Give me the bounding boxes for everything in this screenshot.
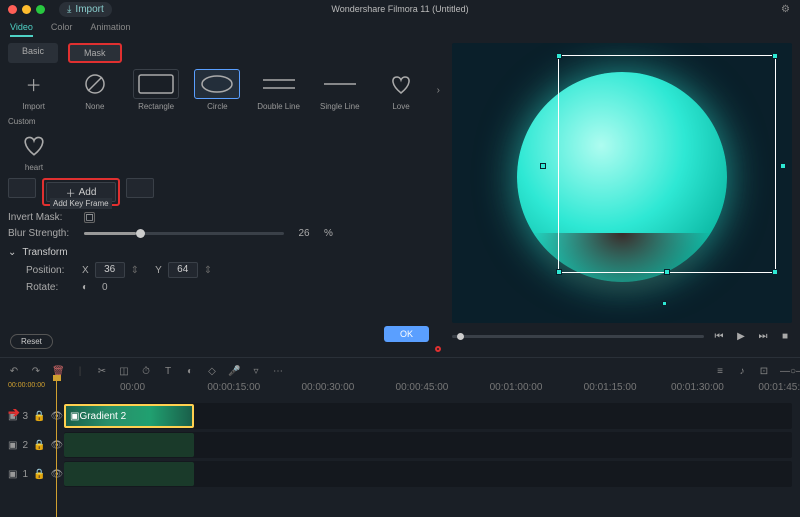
stop-button[interactable]: ■ xyxy=(778,329,792,343)
titlebar: ⤓ Import Wondershare Filmora 11 (Untitle… xyxy=(0,0,800,18)
mask-double-line[interactable]: Double Line xyxy=(253,69,304,111)
app-title: Wondershare Filmora 11 (Untitled) xyxy=(331,4,468,14)
inspector-panel: Basic Mask ＋ Import None Rectangle Circl… xyxy=(0,39,448,357)
mask-import[interactable]: ＋ Import xyxy=(8,69,59,111)
tab-video[interactable]: Video xyxy=(10,22,33,37)
annotation-arrow: ➔ xyxy=(8,404,20,421)
custom-section-label: Custom xyxy=(8,117,440,126)
chevron-down-icon: ⌄ xyxy=(8,247,16,258)
marker-icon[interactable]: ▿ xyxy=(250,366,262,377)
mask-love[interactable]: Love xyxy=(375,69,426,111)
subtabs: Basic Mask xyxy=(8,43,440,63)
mask-rectangle[interactable]: Rectangle xyxy=(130,69,181,111)
timeline-toolbar: ↶ ↷ 🗑 | ✂ ◫ ⏱ T ◐ ◇ 🎤 ▿ ⋯ ≡ ♪ ⊡ ―○― xyxy=(8,362,792,380)
track-toggle-icon[interactable]: ▣ xyxy=(8,440,17,451)
gear-icon[interactable]: ⚙ xyxy=(781,4,790,15)
clip-icon: ▣ xyxy=(70,411,79,422)
track-2: ▣ 2 🔒 👁 xyxy=(8,432,792,458)
mixer-icon[interactable]: ≡ xyxy=(714,366,726,377)
mask-rotate-handle[interactable] xyxy=(662,301,667,306)
voiceover-icon[interactable]: 🎤 xyxy=(228,366,240,377)
zoom-slider-icon[interactable]: ―○― xyxy=(780,366,792,377)
blur-strength-value[interactable]: 26 xyxy=(292,228,316,239)
lock-icon[interactable]: 🔒 xyxy=(33,469,45,480)
track-toggle-icon[interactable]: ▣ xyxy=(8,469,17,480)
import-icon: ⤓ xyxy=(67,4,71,15)
rotate-label: Rotate: xyxy=(26,282,76,293)
position-label: Position: xyxy=(26,265,76,276)
mask-single-line[interactable]: Single Line xyxy=(314,69,365,111)
undo-icon[interactable]: ↶ xyxy=(8,366,20,377)
audio-mixer-icon[interactable]: ♪ xyxy=(736,366,748,377)
mask-custom-heart[interactable]: heart xyxy=(8,130,60,172)
crop-icon[interactable]: ◫ xyxy=(118,366,130,377)
mask-bounding-box[interactable] xyxy=(558,55,776,273)
track-1: ▣ 1 🔒 👁 xyxy=(8,461,792,487)
lock-icon[interactable]: 🔒 xyxy=(33,411,45,422)
window-controls[interactable] xyxy=(8,5,45,14)
color-icon[interactable]: ◐ xyxy=(184,366,196,377)
tab-animation[interactable]: Animation xyxy=(90,22,130,37)
chevron-right-icon[interactable]: › xyxy=(437,85,440,96)
keyframe-next[interactable] xyxy=(126,178,154,198)
transform-header[interactable]: ⌄ Transform xyxy=(8,247,440,258)
tab-color[interactable]: Color xyxy=(51,22,73,37)
position-y-input[interactable]: 64 xyxy=(168,262,198,278)
preview-scrubber[interactable] xyxy=(452,335,704,338)
preview-viewport[interactable] xyxy=(452,43,792,323)
clip-video[interactable] xyxy=(64,462,194,486)
zoom-fit-icon[interactable]: ⊡ xyxy=(758,366,770,377)
reset-button[interactable]: Reset xyxy=(10,334,53,349)
speed-icon[interactable]: ⏱ xyxy=(140,366,152,377)
blur-strength-slider[interactable] xyxy=(84,232,284,235)
rotate-value[interactable]: 0 xyxy=(102,282,108,293)
position-x-input[interactable]: 36 xyxy=(95,262,125,278)
mask-none[interactable]: None xyxy=(69,69,120,111)
timeline-panel: ↶ ↷ 🗑 | ✂ ◫ ⏱ T ◐ ◇ 🎤 ▿ ⋯ ≡ ♪ ⊡ ―○― 00:0… xyxy=(0,357,800,517)
subtab-basic[interactable]: Basic xyxy=(8,43,58,63)
rotate-dial-icon[interactable]: ◐ xyxy=(82,282,88,293)
next-frame-button[interactable]: ⏭ xyxy=(756,329,770,343)
text-icon[interactable]: T xyxy=(162,366,174,377)
add-keyframe-tooltip: Add Key Frame xyxy=(50,198,112,209)
import-chip[interactable]: ⤓ Import xyxy=(59,2,112,17)
play-button[interactable]: ▶ xyxy=(734,329,748,343)
clip-video[interactable] xyxy=(64,433,194,457)
invert-mask-checkbox[interactable]: ◻ xyxy=(84,212,95,223)
track-3: ▣ 3 🔒 👁 ▣ Gradient 2 xyxy=(8,403,792,429)
more-tool-icon[interactable]: ⋯ xyxy=(272,366,284,377)
keyframe-prev[interactable] xyxy=(8,178,36,198)
mask-circle[interactable]: Circle xyxy=(192,69,243,111)
blur-strength-unit: % xyxy=(324,228,333,239)
playhead[interactable] xyxy=(56,380,57,517)
ok-button[interactable]: OK xyxy=(384,326,429,342)
keyframe-tool-icon[interactable]: ◇ xyxy=(206,366,218,377)
redo-icon[interactable]: ↷ xyxy=(30,366,42,377)
preview-panel: ⏮ ▶ ⏭ ■ xyxy=(448,39,800,357)
invert-mask-label: Invert Mask: xyxy=(8,212,76,223)
split-icon[interactable]: ✂ xyxy=(96,366,108,377)
lock-icon[interactable]: 🔒 xyxy=(33,440,45,451)
mask-side-handle[interactable] xyxy=(540,163,546,169)
clip-gradient[interactable]: ▣ Gradient 2 xyxy=(64,404,194,428)
import-label: Import xyxy=(75,4,103,15)
add-keyframe-label: Add xyxy=(79,187,97,198)
blur-strength-label: Blur Strength: xyxy=(8,228,76,239)
top-tabs: Video Color Animation xyxy=(0,18,800,39)
mask-side-handle[interactable] xyxy=(780,163,786,169)
subtab-mask[interactable]: Mask xyxy=(68,43,122,63)
time-ruler[interactable]: 00:00 00:00:15:00 00:00:30:00 00:00:45:0… xyxy=(120,382,792,400)
prev-frame-button[interactable]: ⏮ xyxy=(712,329,726,343)
